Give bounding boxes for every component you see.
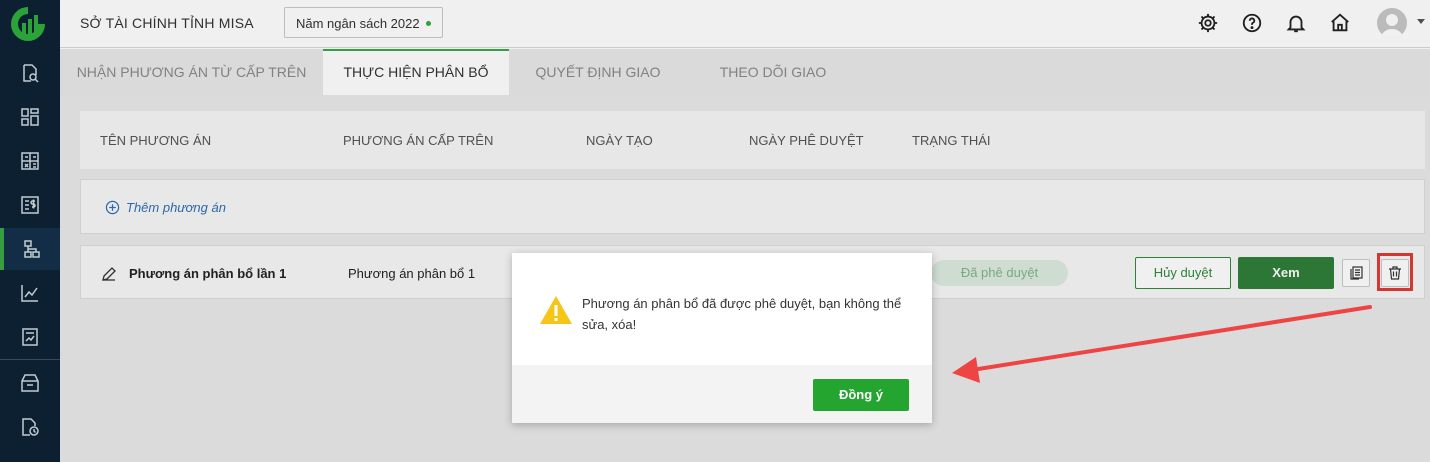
bell-icon[interactable] — [1285, 12, 1307, 34]
warning-dialog: Phương án phân bổ đã được phê duyệt, bạn… — [512, 253, 932, 423]
sidebar-divider — [0, 359, 60, 360]
tab-allocation[interactable]: THỰC HIỆN PHÂN BỔ — [323, 49, 509, 95]
chevron-down-icon[interactable] — [1417, 19, 1425, 24]
table-header: TÊN PHƯƠNG ÁN PHƯƠNG ÁN CẤP TRÊN NGÀY TẠ… — [80, 111, 1425, 169]
view-button[interactable]: Xem — [1238, 257, 1334, 289]
sidebar — [0, 0, 60, 462]
copy-icon — [1350, 266, 1363, 280]
dialog-footer: Đồng ý — [512, 365, 932, 423]
warning-icon — [540, 296, 572, 324]
help-icon[interactable] — [1241, 12, 1263, 34]
ok-button[interactable]: Đồng ý — [813, 379, 909, 411]
budget-year-label: Năm ngân sách 2022 — [296, 16, 420, 31]
pencil-icon[interactable] — [101, 266, 117, 282]
gear-icon[interactable] — [1197, 12, 1219, 34]
app-logo-icon[interactable] — [8, 4, 48, 44]
budget-icon[interactable] — [0, 184, 60, 226]
column-header: TRẠNG THÁI — [912, 133, 991, 148]
hierarchy-icon[interactable] — [0, 228, 60, 270]
calculator-icon[interactable] — [0, 140, 60, 182]
column-header: PHƯƠNG ÁN CẤP TRÊN — [343, 133, 494, 148]
parent-plan: Phương án phân bổ 1 — [348, 266, 476, 281]
add-plan-link[interactable]: Thêm phương án — [126, 200, 226, 215]
copy-button[interactable] — [1342, 259, 1370, 287]
history-icon[interactable] — [0, 406, 60, 448]
column-header: NGÀY PHÊ DUYỆT — [749, 133, 864, 148]
unapprove-button[interactable]: Hủy duyệt — [1135, 257, 1231, 289]
org-name: SỞ TÀI CHÍNH TỈNH MISA — [80, 15, 254, 31]
status-badge: Đã phê duyệt — [931, 260, 1068, 286]
budget-year-select[interactable]: Năm ngân sách 2022 — [284, 7, 443, 38]
avatar[interactable] — [1377, 8, 1407, 38]
chart-icon[interactable] — [0, 272, 60, 314]
dashboard-icon[interactable] — [0, 96, 60, 138]
add-plan-row[interactable]: Thêm phương án — [80, 179, 1425, 234]
report-icon[interactable] — [0, 316, 60, 358]
tabs: NHẬN PHƯƠNG ÁN TỪ CẤP TRÊN THỰC HIỆN PHÂ… — [60, 49, 1430, 95]
column-header: TÊN PHƯƠNG ÁN — [100, 133, 212, 148]
dialog-message: Phương án phân bổ đã được phê duyệt, bạn… — [582, 296, 902, 332]
tab-receive-plan[interactable]: NHẬN PHƯƠNG ÁN TỪ CẤP TRÊN — [60, 49, 323, 95]
home-icon[interactable] — [1329, 12, 1351, 34]
column-header: NGÀY TẠO — [586, 133, 653, 148]
plan-name: Phương án phân bổ lần 1 — [129, 266, 287, 281]
add-circle-icon — [105, 200, 120, 215]
tab-tracking[interactable]: THEO DÕI GIAO — [687, 49, 859, 95]
header: SỞ TÀI CHÍNH TỈNH MISA Năm ngân sách 202… — [60, 0, 1430, 48]
status-dot-icon — [425, 21, 431, 26]
tab-decision[interactable]: QUYẾT ĐỊNH GIAO — [509, 49, 687, 95]
delete-highlight-box — [1377, 253, 1413, 291]
archive-icon[interactable] — [0, 362, 60, 404]
search-doc-icon[interactable] — [0, 52, 60, 94]
